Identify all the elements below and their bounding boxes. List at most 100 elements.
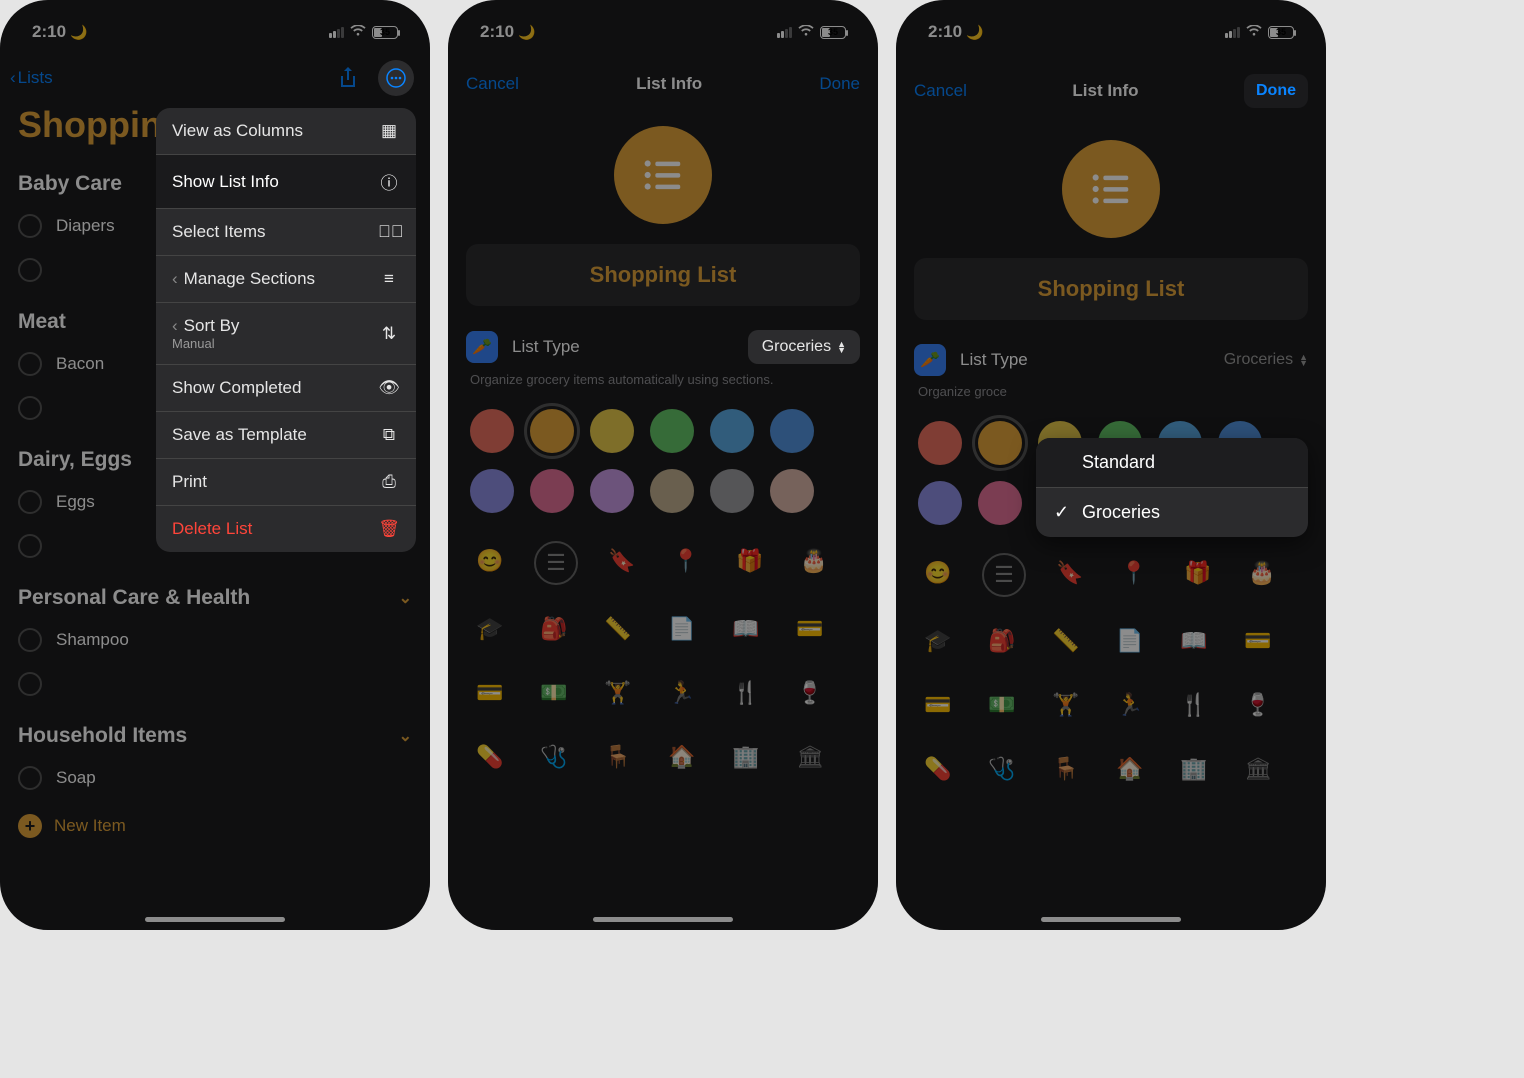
more-menu-button[interactable] bbox=[378, 60, 414, 96]
done-button[interactable]: Done bbox=[1244, 74, 1308, 108]
running-icon[interactable]: 🏃 bbox=[1110, 685, 1150, 725]
list-type-picker[interactable]: Groceries ▲▼ bbox=[748, 330, 860, 364]
color-swatch[interactable] bbox=[470, 409, 514, 453]
list-bullets-icon[interactable]: ☰ bbox=[534, 541, 578, 585]
house-icon[interactable]: 🏠 bbox=[662, 737, 702, 777]
menu-sort-by[interactable]: ‹Sort ByManual ⇅ bbox=[156, 302, 416, 364]
document-icon[interactable]: 📄 bbox=[1110, 621, 1150, 661]
smiley-icon[interactable]: 😊 bbox=[918, 553, 958, 593]
checkbox-icon[interactable] bbox=[18, 214, 42, 238]
checkbox-icon[interactable] bbox=[18, 490, 42, 514]
checkbox-icon[interactable] bbox=[18, 534, 42, 558]
new-item-button[interactable]: +New Item bbox=[0, 800, 430, 852]
menu-print[interactable]: Print ⎙ bbox=[156, 458, 416, 505]
color-swatch[interactable] bbox=[770, 409, 814, 453]
checkbox-icon[interactable] bbox=[18, 258, 42, 282]
menu-save-template[interactable]: Save as Template ⧉ bbox=[156, 411, 416, 458]
backpack-icon[interactable]: 🎒 bbox=[982, 621, 1022, 661]
color-swatch[interactable] bbox=[770, 469, 814, 513]
list-bullets-icon[interactable]: ☰ bbox=[982, 553, 1026, 597]
menu-delete-list[interactable]: Delete List 🗑 bbox=[156, 505, 416, 552]
chair-icon[interactable]: 🪑 bbox=[598, 737, 638, 777]
dumbbell-icon[interactable]: 🏋 bbox=[1046, 685, 1086, 725]
color-swatch[interactable] bbox=[710, 469, 754, 513]
checkbox-icon[interactable] bbox=[18, 396, 42, 420]
chair-icon[interactable]: 🪑 bbox=[1046, 749, 1086, 789]
wine-icon[interactable]: 🍷 bbox=[1238, 685, 1278, 725]
menu-show-completed[interactable]: Show Completed 👁 bbox=[156, 364, 416, 411]
list-item[interactable]: Soap bbox=[0, 756, 430, 800]
money-icon[interactable]: 💵 bbox=[534, 673, 574, 713]
menu-select-items[interactable]: Select Items ✓⃝ bbox=[156, 208, 416, 255]
pills-icon[interactable]: 💊 bbox=[470, 737, 510, 777]
bank-icon[interactable]: 🏛 bbox=[790, 737, 830, 777]
graduation-icon[interactable]: 🎓 bbox=[470, 609, 510, 649]
checkbox-icon[interactable] bbox=[18, 352, 42, 376]
cake-icon[interactable]: 🎂 bbox=[794, 541, 834, 581]
color-swatch[interactable] bbox=[918, 481, 962, 525]
share-icon[interactable] bbox=[332, 62, 364, 94]
color-swatch[interactable] bbox=[978, 481, 1022, 525]
bank-icon[interactable]: 🏛 bbox=[1238, 749, 1278, 789]
wine-icon[interactable]: 🍷 bbox=[790, 673, 830, 713]
color-swatch-selected[interactable] bbox=[978, 421, 1022, 465]
list-item[interactable]: Shampoo bbox=[0, 618, 430, 662]
cancel-button[interactable]: Cancel bbox=[914, 81, 967, 101]
color-swatch[interactable] bbox=[530, 469, 574, 513]
list-name-field[interactable]: Shopping List bbox=[466, 244, 860, 306]
cancel-button[interactable]: Cancel bbox=[466, 74, 519, 94]
house-icon[interactable]: 🏠 bbox=[1110, 749, 1150, 789]
list-item-empty[interactable] bbox=[0, 662, 430, 706]
color-swatch[interactable] bbox=[470, 469, 514, 513]
checkbox-icon[interactable] bbox=[18, 628, 42, 652]
document-icon[interactable]: 📄 bbox=[662, 609, 702, 649]
smiley-icon[interactable]: 😊 bbox=[470, 541, 510, 581]
running-icon[interactable]: 🏃 bbox=[662, 673, 702, 713]
building-icon[interactable]: 🏢 bbox=[1174, 749, 1214, 789]
menu-manage-sections[interactable]: ‹Manage Sections ≡ bbox=[156, 255, 416, 302]
color-swatch[interactable] bbox=[590, 409, 634, 453]
cake-icon[interactable]: 🎂 bbox=[1242, 553, 1282, 593]
menu-view-columns[interactable]: View as Columns ▦ bbox=[156, 108, 416, 154]
back-lists-button[interactable]: ‹ Lists bbox=[10, 68, 53, 88]
home-indicator[interactable] bbox=[1041, 917, 1181, 922]
ruler-icon[interactable]: 📏 bbox=[598, 609, 638, 649]
pin-icon[interactable]: 📍 bbox=[666, 541, 706, 581]
color-swatch[interactable] bbox=[650, 469, 694, 513]
dropdown-option-groceries[interactable]: ✓ Groceries bbox=[1036, 487, 1308, 537]
color-swatch[interactable] bbox=[918, 421, 962, 465]
creditcard-icon[interactable]: 💳 bbox=[470, 673, 510, 713]
gift-icon[interactable]: 🎁 bbox=[1178, 553, 1218, 593]
home-indicator[interactable] bbox=[593, 917, 733, 922]
creditcard-icon[interactable]: 💳 bbox=[918, 685, 958, 725]
graduation-icon[interactable]: 🎓 bbox=[918, 621, 958, 661]
checkbox-icon[interactable] bbox=[18, 672, 42, 696]
chevron-down-icon[interactable]: ⌄ bbox=[399, 726, 412, 746]
book-icon[interactable]: 📖 bbox=[726, 609, 766, 649]
building-icon[interactable]: 🏢 bbox=[726, 737, 766, 777]
book-icon[interactable]: 📖 bbox=[1174, 621, 1214, 661]
ruler-icon[interactable]: 📏 bbox=[1046, 621, 1086, 661]
pills-icon[interactable]: 💊 bbox=[918, 749, 958, 789]
color-swatch-selected[interactable] bbox=[530, 409, 574, 453]
color-swatch[interactable] bbox=[650, 409, 694, 453]
money-icon[interactable]: 💵 bbox=[982, 685, 1022, 725]
done-button[interactable]: Done bbox=[819, 74, 860, 94]
list-name-field[interactable]: Shopping List bbox=[914, 258, 1308, 320]
fork-icon[interactable]: 🍴 bbox=[1174, 685, 1214, 725]
gift-icon[interactable]: 🎁 bbox=[730, 541, 770, 581]
stethoscope-icon[interactable]: 🩺 bbox=[534, 737, 574, 777]
menu-show-list-info[interactable]: Show List Info ⓘ bbox=[156, 154, 416, 208]
color-swatch[interactable] bbox=[710, 409, 754, 453]
fork-icon[interactable]: 🍴 bbox=[726, 673, 766, 713]
bookmark-icon[interactable]: 🔖 bbox=[602, 541, 642, 581]
dumbbell-icon[interactable]: 🏋 bbox=[598, 673, 638, 713]
home-indicator[interactable] bbox=[145, 917, 285, 922]
list-type-picker[interactable]: Groceries ▲▼ bbox=[1224, 351, 1308, 369]
stethoscope-icon[interactable]: 🩺 bbox=[982, 749, 1022, 789]
checkbox-icon[interactable] bbox=[18, 766, 42, 790]
bookmark-icon[interactable]: 🔖 bbox=[1050, 553, 1090, 593]
backpack-icon[interactable]: 🎒 bbox=[534, 609, 574, 649]
dropdown-option-standard[interactable]: Standard bbox=[1036, 438, 1308, 487]
pin-icon[interactable]: 📍 bbox=[1114, 553, 1154, 593]
